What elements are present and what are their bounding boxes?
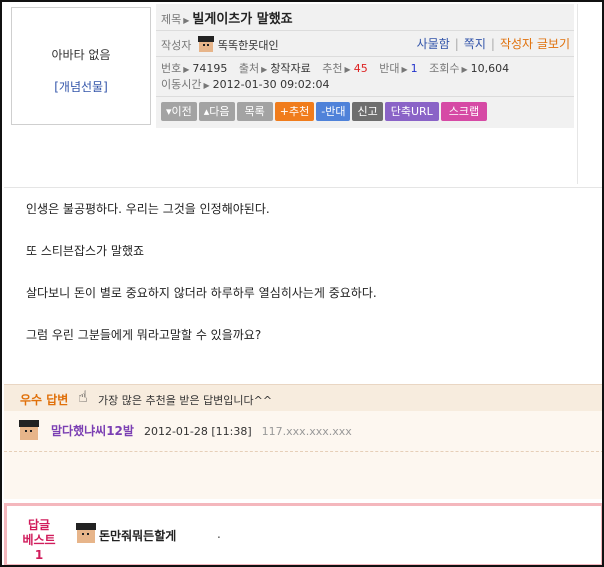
right-strip [577, 4, 602, 184]
reply-best-label-line2: 베스트1 [22, 533, 56, 562]
note-link[interactable]: 사물함 [417, 37, 450, 51]
moved-time: 2012-01-30 09:02:04 [212, 78, 330, 91]
recommend-label: 추천 [322, 62, 343, 75]
title-row: 제목 ▶ 빌게이츠가 말했죠 [161, 8, 293, 28]
triangle-right-icon: ▶ [344, 65, 351, 74]
post-toolbar: ▾이전 ▴다음 목록 +추천 -반대 신고 단축URL 스크랩 [161, 102, 489, 121]
views-label: 조회수 [429, 62, 460, 75]
pixel-face-icon [18, 419, 40, 441]
message-link[interactable]: 쪽지 [464, 37, 486, 51]
meta-row: 번호 ▶ 74195 출처 ▶ 창작자료 추천 ▶ 45 반대 ▶ 1 조회수 ▶ 10,604 [161, 60, 509, 76]
moved-row: 이동시간 ▶ 2012-01-30 09:02:04 [161, 76, 329, 92]
recommend-count: 45 [353, 62, 368, 75]
reply-avatar [73, 522, 100, 544]
no-label: 번호 [161, 62, 182, 75]
answer-ip: 117.xxx.xxx.xxx [261, 425, 352, 438]
author-label: 작성자 [161, 39, 192, 52]
answer-meta: 말다했냐씨12발 2012-01-28 [11:38] 117.xxx.xxx.xx… [16, 419, 352, 443]
title-label: 제목 [161, 13, 182, 26]
divider [156, 56, 574, 57]
answer-date: 2012-01-28 [11:38] [143, 425, 252, 438]
prev-button[interactable]: ▾이전 [161, 102, 197, 121]
reply-best-label-line1: 답글 [27, 518, 51, 532]
author-row: 작성자 똑똑한못대인 [161, 35, 279, 53]
reply-best-text[interactable]: 돈만줘뭐든할게 [99, 527, 176, 544]
list-button[interactable]: 목록 [236, 102, 273, 121]
triangle-right-icon: ▶ [261, 65, 268, 74]
report-button[interactable]: 신고 [352, 102, 383, 121]
avatar: 아바타 없음 [개념선물] [11, 7, 151, 125]
scrap-button[interactable]: 스크랩 [440, 102, 488, 121]
divider [156, 30, 574, 31]
author-name[interactable]: 똑똑한못대인 [218, 39, 279, 52]
pixel-face-icon [75, 522, 97, 544]
divider [156, 96, 574, 97]
triangle-right-icon: ▶ [183, 65, 190, 74]
oppose-label: 반대 [379, 62, 400, 75]
reply-best-dot: . [217, 527, 221, 541]
divider [4, 187, 602, 188]
post-body: 인생은 불공평하다. 우리는 그것을 인정해야된다. 또 스티븐잡스가 말했죠 … [26, 200, 586, 368]
post-source: 창작자료 [270, 62, 311, 75]
body-paragraph: 그럼 우린 그분들에게 뭐라고말할 수 있을까요? [26, 328, 262, 342]
views-count: 10,604 [470, 62, 510, 75]
divider [4, 451, 602, 452]
body-paragraph: 인생은 불공평하다. 우리는 그것을 인정해야된다. [26, 202, 270, 216]
recommend-button[interactable]: +추천 [274, 102, 315, 121]
triangle-right-icon: ▶ [183, 16, 190, 25]
gift-link[interactable]: [개념선물] [12, 78, 150, 95]
oppose-button[interactable]: -반대 [316, 102, 351, 121]
next-button[interactable]: ▴다음 [198, 102, 235, 121]
post-info: 제목 ▶ 빌게이츠가 말했죠 작성자 똑똑한못대인 사물함 | 쪽지 | 작성자 글보기 번… [156, 4, 574, 128]
source-label: 출처 [238, 62, 260, 75]
separator: | [454, 37, 459, 51]
separator: | [490, 37, 495, 51]
triangle-right-icon: ▶ [203, 81, 210, 90]
post-no: 74195 [192, 62, 228, 75]
reply-best: 답글 베스트1 돈만줘뭐든할게 . [4, 503, 602, 565]
avatar-empty-text: 아바타 없음 [51, 48, 111, 62]
author-actions: 사물함 | 쪽지 | 작성자 글보기 [417, 35, 570, 52]
oppose-count: 1 [410, 62, 418, 75]
body-paragraph: 또 스티븐잡스가 말했죠 [26, 244, 145, 258]
post-view: 아바타 없음 [개념선물] 제목 ▶ 빌게이츠가 말했죠 작성자 똑똑한못대인 사물… [0, 0, 604, 567]
best-answer: 우수 답변 ☝ 가장 많은 추천을 받은 답변입니다^^ 말다했냐씨12발 201… [4, 384, 602, 499]
best-answer-header: 우수 답변 ☝ 가장 많은 추천을 받은 답변입니다^^ [4, 385, 602, 411]
body-paragraph: 살다보니 돈이 별로 중요하지 않더라 하루하루 열심히사는게 중요하다. [26, 286, 377, 300]
author-posts-link[interactable]: 작성자 글보기 [500, 37, 570, 51]
triangle-right-icon: ▶ [461, 65, 468, 74]
moved-label: 이동시간 [161, 78, 202, 91]
pixel-face-icon [197, 35, 215, 53]
answer-author[interactable]: 말다했냐씨12발 [51, 424, 134, 438]
best-answer-label: 우수 답변 [20, 393, 69, 407]
triangle-right-icon: ▶ [401, 65, 408, 74]
post-header: 아바타 없음 [개념선물] 제목 ▶ 빌게이츠가 말했죠 작성자 똑똑한못대인 사물… [4, 4, 574, 128]
short-url-button[interactable]: 단축URL [384, 102, 439, 121]
hand-pointer-icon: ☝ [78, 387, 88, 406]
best-answer-description: 가장 많은 추천을 받은 답변입니다^^ [98, 394, 273, 407]
post-title: 빌게이츠가 말했죠 [192, 12, 293, 27]
reply-best-label: 답글 베스트1 [19, 518, 59, 563]
